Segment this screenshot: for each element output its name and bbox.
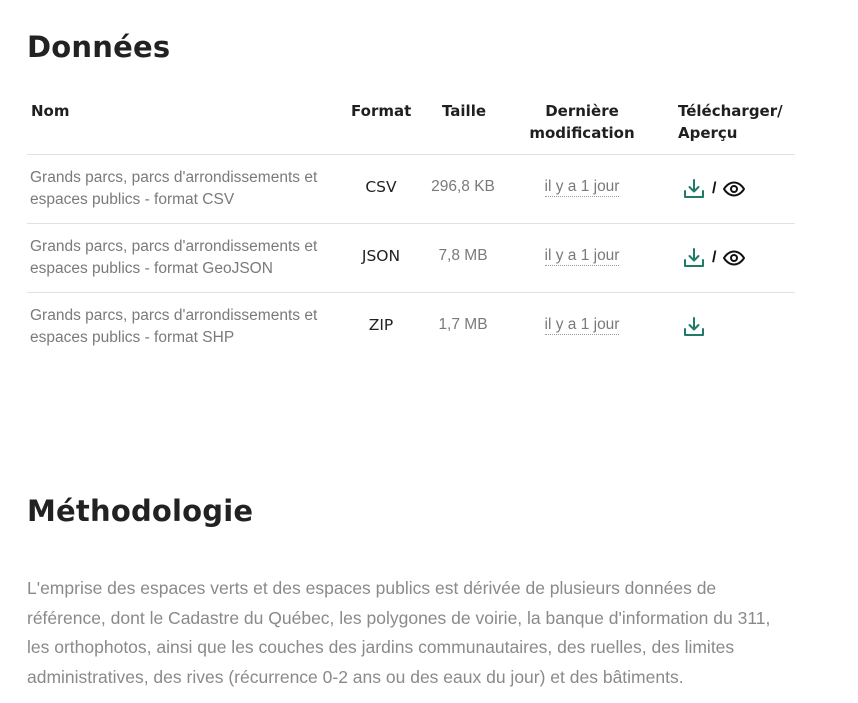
table-row: Grands parcs, parcs d'arrondissements et…: [27, 155, 795, 224]
column-header-modified: Dernière modification: [529, 102, 635, 142]
eye-icon[interactable]: [722, 177, 746, 201]
dataset-size: 7,8 MB: [438, 247, 488, 264]
dataset-size: 1,7 MB: [438, 316, 488, 333]
dataset-actions: /: [682, 177, 746, 201]
modified-date-label: il y a 1 jour: [544, 178, 620, 197]
dataset-actions: /: [682, 246, 746, 270]
dataset-format: CSV: [365, 178, 397, 196]
modified-date-label: il y a 1 jour: [544, 316, 620, 335]
dataset-modified: il y a 1 jour: [537, 316, 627, 335]
dataset-actions: [682, 315, 706, 339]
table-row: Grands parcs, parcs d'arrondissements et…: [27, 293, 795, 361]
dataset-name: Grands parcs, parcs d'arrondissements et…: [30, 238, 318, 277]
action-separator: /: [712, 249, 717, 266]
table-row: Grands parcs, parcs d'arrondissements et…: [27, 224, 795, 293]
data-section-title: Données: [27, 30, 171, 64]
methodology-section-title: Méthodologie: [27, 494, 254, 528]
table-header: Nom Format Taille Dernière modification …: [27, 96, 795, 155]
dataset-modified: il y a 1 jour: [537, 247, 627, 266]
dataset-format: JSON: [361, 247, 401, 265]
column-header-format: Format: [351, 102, 412, 120]
action-separator: /: [712, 180, 717, 197]
dataset-size: 296,8 KB: [431, 178, 495, 195]
eye-icon[interactable]: [722, 246, 746, 270]
column-header-name: Nom: [31, 102, 70, 120]
dataset-name: Grands parcs, parcs d'arrondissements et…: [30, 307, 318, 346]
column-header-download: Télécharger/ Aperçu: [678, 102, 783, 142]
download-icon[interactable]: [682, 315, 706, 339]
dataset-modified: il y a 1 jour: [537, 178, 627, 197]
dataset-name: Grands parcs, parcs d'arrondissements et…: [30, 169, 318, 208]
download-icon[interactable]: [682, 177, 706, 201]
dataset-format: ZIP: [368, 316, 394, 334]
methodology-text: L'emprise des espaces verts et des espac…: [27, 578, 771, 687]
modified-date-label: il y a 1 jour: [544, 247, 620, 266]
data-table: Nom Format Taille Dernière modification …: [27, 96, 795, 361]
column-header-size: Taille: [442, 102, 487, 120]
download-icon[interactable]: [682, 246, 706, 270]
